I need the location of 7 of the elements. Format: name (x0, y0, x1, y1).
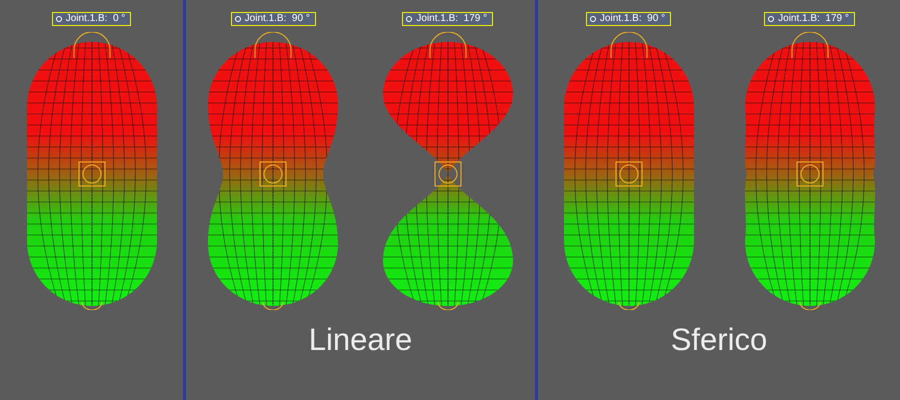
joint-label: Joint.1.B: 179 ° (402, 12, 494, 26)
joint-label: Joint.1.B: 0 ° (52, 12, 132, 26)
panel-caption: Sferico (670, 322, 768, 358)
panel-caption: Lineare (308, 322, 414, 358)
joint-label: Joint.1.B: 179 ° (764, 12, 855, 26)
joint-label: Joint.1.B: 90 ° (230, 12, 316, 26)
joint-label: Joint.1.B: 90 ° (586, 12, 672, 26)
